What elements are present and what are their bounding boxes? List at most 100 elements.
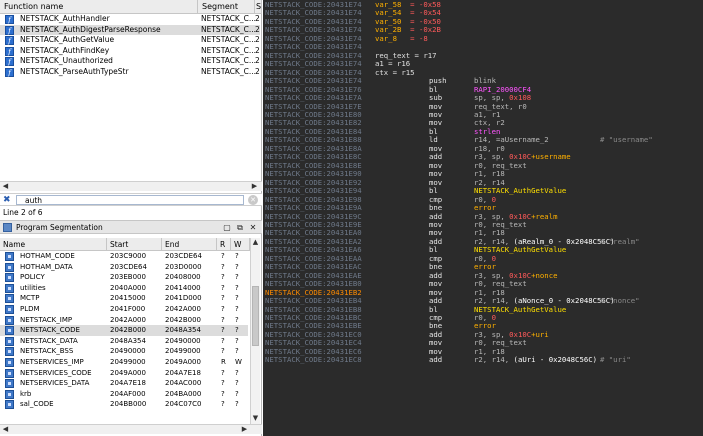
segment-name: krb bbox=[20, 389, 32, 398]
function-name: NETSTACK_AuthHandler bbox=[20, 14, 110, 23]
function-extra: 2 bbox=[255, 45, 260, 55]
column-header-end[interactable]: End bbox=[162, 238, 217, 251]
operand-token: +uri bbox=[531, 329, 549, 339]
segment-row[interactable]: NETSERVICES_CODE 2049A000 204A7E18?? bbox=[0, 368, 248, 379]
close-filter-icon[interactable]: ✖ bbox=[3, 195, 13, 205]
segment-read: ? bbox=[221, 273, 225, 282]
segment-read: ? bbox=[221, 400, 225, 409]
disassembly-view[interactable]: NETSTACK_CODE:20431E74 var_58 = -0x58 NETS… bbox=[263, 0, 703, 436]
segment-name: MCTP bbox=[20, 294, 40, 303]
segment-row[interactable]: HOTHAM_CODE 203C9000 203CDE64?? bbox=[0, 251, 248, 262]
segment-row[interactable]: NETSTACK_BSS 20490000 20499000?? bbox=[0, 346, 248, 357]
segment-write: ? bbox=[235, 262, 239, 271]
segment-row[interactable]: krb 204AF000 204BA000?? bbox=[0, 389, 248, 400]
function-icon: f bbox=[5, 36, 14, 45]
segment-write: ? bbox=[235, 326, 239, 335]
segment-icon bbox=[5, 262, 14, 272]
column-header-start[interactable]: Start bbox=[107, 238, 162, 251]
scroll-right-icon[interactable]: ▶ bbox=[250, 182, 259, 191]
segment-write: ? bbox=[235, 400, 239, 409]
line-status: Line 2 of 6 bbox=[3, 208, 43, 217]
segment-name: HOTHAM_DATA bbox=[20, 262, 73, 271]
segment-row[interactable]: POLICY 203EB000 20408000?? bbox=[0, 272, 248, 283]
left-pane: Function name Segment S f NETSTACK_AuthHa… bbox=[0, 0, 262, 436]
segment-read: ? bbox=[221, 283, 225, 292]
segment-row[interactable]: NETSERVICES_DATA 204A7E18 204AC000?? bbox=[0, 378, 248, 389]
function-row[interactable]: f NETSTACK_AuthDigestParseResponse NETSTAC… bbox=[0, 24, 260, 35]
segment-read: ? bbox=[221, 336, 225, 345]
segmentation-vscrollbar[interactable]: ▲ ▼ bbox=[250, 238, 260, 424]
filter-input[interactable] bbox=[16, 195, 244, 205]
column-header-name[interactable]: Name bbox=[0, 238, 107, 251]
segmentation-hscrollbar[interactable]: ◀ ▶ bbox=[0, 424, 262, 434]
function-icon: f bbox=[5, 15, 14, 24]
functions-list: f NETSTACK_AuthHandler NETSTACK_C... 2 f NETS… bbox=[0, 14, 260, 77]
scroll-up-icon[interactable]: ▲ bbox=[251, 238, 260, 247]
function-icon: f bbox=[5, 67, 14, 77]
scroll-right-icon[interactable]: ▶ bbox=[240, 425, 249, 434]
segment-start: 204A7E18 bbox=[110, 379, 146, 388]
segment-read: ? bbox=[221, 326, 225, 335]
instruction-comment: # "nonce" bbox=[600, 296, 640, 306]
filter-bar: ✖ ✕ bbox=[0, 193, 262, 206]
segment-row[interactable]: PLDM 2041F000 2042A000?? bbox=[0, 304, 248, 315]
segment-end: 20490000 bbox=[165, 336, 201, 345]
segment-icon bbox=[5, 304, 14, 314]
function-icon: f bbox=[5, 25, 14, 35]
segment-row[interactable]: NETSTACK_CODE 2042B000 2048A354?? bbox=[0, 325, 248, 336]
segment-icon bbox=[5, 273, 14, 283]
segment-end: 204A7E18 bbox=[165, 368, 201, 377]
function-name: NETSTACK_AuthDigestParseResponse bbox=[20, 24, 161, 34]
function-segment: NETSTACK_C... bbox=[201, 14, 255, 23]
restore-icon[interactable]: ⧉ bbox=[235, 222, 245, 233]
segment-end: 204BA000 bbox=[165, 389, 202, 398]
column-header-w[interactable]: W bbox=[231, 238, 250, 251]
segment-start: 2048A354 bbox=[110, 336, 146, 345]
segment-start: 20415000 bbox=[110, 294, 146, 303]
scroll-left-icon[interactable]: ◀ bbox=[1, 425, 10, 434]
scroll-left-icon[interactable]: ◀ bbox=[1, 182, 10, 191]
segment-name: utilities bbox=[20, 283, 46, 292]
segment-start: 20499000 bbox=[110, 357, 146, 366]
column-header-extra[interactable]: S bbox=[255, 0, 262, 14]
function-segment: NETSTACK_C... bbox=[201, 35, 255, 44]
segment-row[interactable]: NETSERVICES_IMP 20499000 2049A000 R W bbox=[0, 357, 248, 368]
function-name: NETSTACK_AuthFindKey bbox=[20, 45, 110, 55]
function-icon: f bbox=[5, 57, 14, 66]
function-name: NETSTACK_ParseAuthTypeStr bbox=[20, 66, 129, 76]
segment-read: ? bbox=[221, 347, 225, 356]
function-row[interactable]: f NETSTACK_Unauthorized NETSTACK_C... 2 bbox=[0, 56, 260, 67]
function-row[interactable]: f NETSTACK_AuthGetValue NETSTACK_C... 2 bbox=[0, 35, 260, 46]
segment-row[interactable]: HOTHAM_DATA 203CDE64 203D0000?? bbox=[0, 262, 248, 273]
segment-row[interactable]: utilities 2040A000 20414000?? bbox=[0, 283, 248, 294]
function-icon: f bbox=[5, 46, 14, 56]
segment-name: sal_CODE bbox=[20, 400, 54, 409]
minimize-icon[interactable]: ▢ bbox=[222, 222, 232, 233]
segment-write: ? bbox=[235, 273, 239, 282]
segment-end: 20414000 bbox=[165, 283, 201, 292]
segment-row[interactable]: NETSTACK_DATA 2048A354 20490000?? bbox=[0, 336, 248, 347]
segment-row[interactable]: NETSTACK_IMP 2042A000 2042B000?? bbox=[0, 315, 248, 326]
segmentation-window-title: Program Segmentation bbox=[16, 223, 103, 232]
scroll-down-icon[interactable]: ▼ bbox=[251, 414, 260, 423]
function-row[interactable]: f NETSTACK_ParseAuthTypeStr NETSTACK_C... 2 bbox=[0, 67, 260, 78]
function-row[interactable]: f NETSTACK_AuthFindKey NETSTACK_C... 2 bbox=[0, 46, 260, 57]
segment-icon bbox=[5, 283, 14, 293]
segment-start: 2042B000 bbox=[110, 326, 146, 335]
segmentation-list: HOTHAM_CODE 203C9000 203CDE64?? HOTHAM_DATA… bbox=[0, 251, 248, 410]
segment-row[interactable]: sal_CODE 204BB000 204C07C0?? bbox=[0, 399, 248, 410]
segment-write: W bbox=[235, 357, 242, 366]
segment-icon bbox=[5, 368, 14, 378]
segment-end: 204AC000 bbox=[165, 379, 202, 388]
segment-read: ? bbox=[221, 252, 225, 260]
column-header-r[interactable]: R bbox=[217, 238, 231, 251]
clear-filter-icon[interactable]: ✕ bbox=[248, 195, 258, 205]
segment-row[interactable]: MCTP 20415000 2041D000?? bbox=[0, 293, 248, 304]
column-header-segment[interactable]: Segment bbox=[198, 0, 255, 14]
column-header-function-name[interactable]: Function name bbox=[0, 0, 198, 14]
scroll-thumb[interactable] bbox=[252, 286, 259, 346]
segment-name: NETSTACK_DATA bbox=[20, 336, 78, 345]
function-row[interactable]: f NETSTACK_AuthHandler NETSTACK_C... 2 bbox=[0, 14, 260, 25]
close-icon[interactable]: ✕ bbox=[248, 222, 258, 233]
functions-hscrollbar[interactable]: ◀ ▶ bbox=[0, 181, 262, 191]
